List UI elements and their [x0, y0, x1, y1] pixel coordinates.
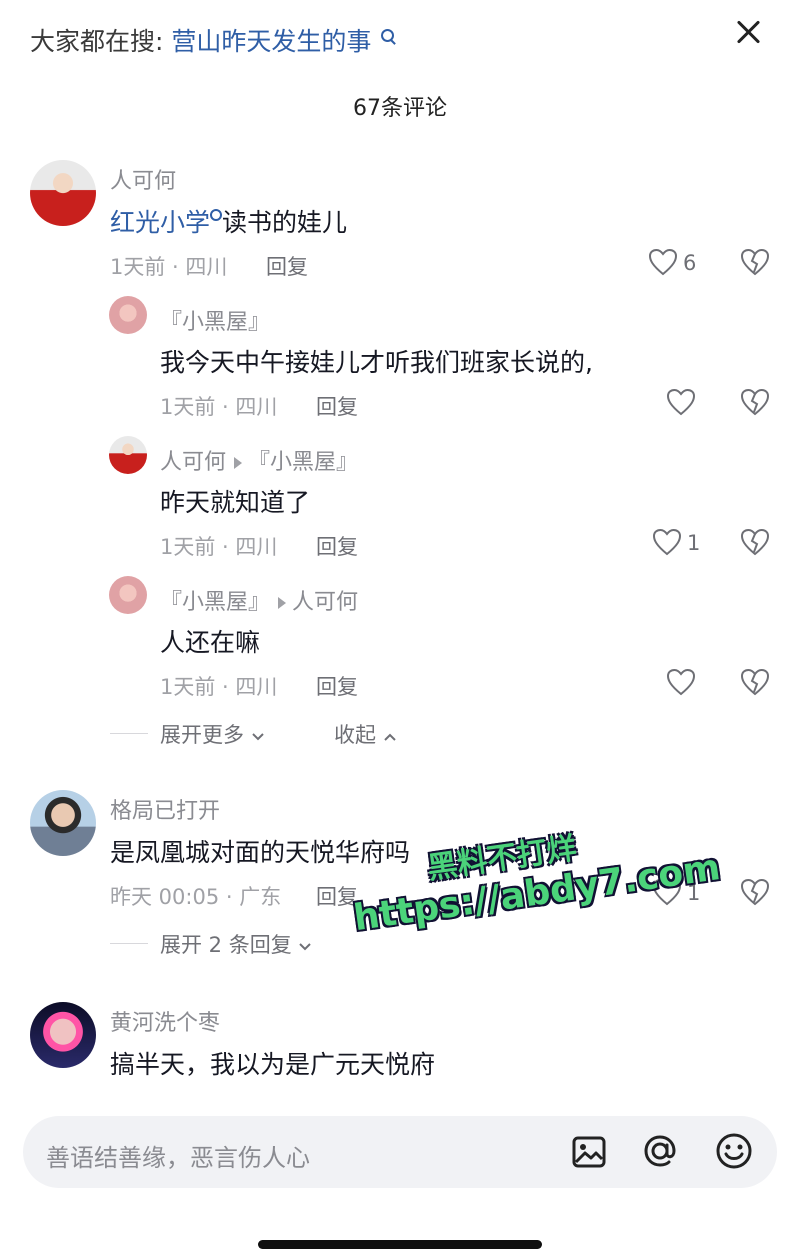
mention-at-icon[interactable] [641, 1132, 679, 1170]
trending-search-bar[interactable]: 大家都在搜: 营山昨天发生的事 [30, 22, 395, 58]
trending-label: 大家都在搜: [30, 27, 164, 56]
comment-text-body: 读书的娃儿 [222, 208, 348, 237]
collapse-label: 收起 [334, 723, 376, 747]
search-icon [210, 209, 223, 221]
heart-icon[interactable] [652, 528, 682, 556]
avatar[interactable] [30, 160, 96, 226]
comment-text: 红光小学 读书的娃儿 [110, 203, 347, 239]
expand-more-label: 展开更多 [160, 723, 244, 747]
image-icon[interactable] [571, 1134, 607, 1170]
emoji-icon[interactable] [715, 1132, 753, 1170]
heart-icon[interactable] [648, 248, 678, 276]
reply-username-line: 『小黑屋』 人可何 [160, 584, 358, 616]
divider [110, 733, 148, 734]
reply-button[interactable]: 回复 [266, 251, 308, 281]
comment-input[interactable]: 善语结善缘，恶言伤人心 [46, 1138, 310, 1173]
dislike-broken-heart-icon[interactable] [740, 248, 770, 276]
comment-username[interactable]: 格局已打开 [110, 793, 220, 825]
like-count: 6 [683, 251, 697, 275]
reply-time-location: 1天前 · 四川 [160, 535, 278, 559]
watermark: 黑料不打烊 https://abdy7.com [345, 804, 723, 939]
divider [110, 943, 148, 944]
reply-arrow-icon [278, 597, 287, 609]
reply-username-line: 人可何 『小黑屋』 [160, 444, 358, 476]
reply-username[interactable]: 『小黑屋』 [160, 304, 270, 336]
reply-time-location: 1天前 · 四川 [160, 395, 278, 419]
reply-text: 昨天就知道了 [160, 488, 311, 517]
reply-to-username[interactable]: 人可何 [292, 590, 358, 615]
comment-time-location: 昨天 00:05 · 广东 [110, 885, 282, 909]
comment-search-link[interactable]: 红光小学 [110, 208, 210, 237]
avatar[interactable] [109, 576, 147, 614]
comment-count: 67条评论 [353, 96, 447, 121]
expand-replies-label: 展开 2 条回复 [160, 933, 292, 957]
reply-button[interactable]: 回复 [316, 531, 358, 561]
chevron-down-icon [299, 943, 312, 951]
avatar[interactable] [109, 296, 147, 334]
close-icon[interactable] [730, 14, 766, 50]
chevron-up-icon [383, 733, 396, 741]
reply-text: 我今天中午接娃儿才听我们班家长说的, [160, 348, 593, 377]
reply-username[interactable]: 『小黑屋』 [160, 590, 270, 615]
trending-query-link[interactable]: 营山昨天发生的事 [171, 27, 371, 56]
reply-username[interactable]: 人可何 [160, 450, 226, 475]
collapse-button[interactable]: 收起 [334, 719, 397, 749]
comment-time-location: 1天前 · 四川 [110, 255, 228, 279]
reply-to-username[interactable]: 『小黑屋』 [248, 450, 358, 475]
heart-icon[interactable] [666, 668, 696, 696]
reply-button[interactable]: 回复 [316, 671, 358, 701]
expand-more-button[interactable]: 展开更多 [160, 719, 265, 749]
reply-text: 人还在嘛 [160, 628, 261, 657]
like-count: 1 [687, 531, 701, 555]
dislike-broken-heart-icon[interactable] [740, 528, 770, 556]
dislike-broken-heart-icon[interactable] [740, 668, 770, 696]
comment-username[interactable]: 黄河洗个枣 [110, 1005, 220, 1037]
search-icon [381, 29, 395, 42]
reply-arrow-icon [234, 457, 243, 469]
heart-icon[interactable] [666, 388, 696, 416]
reply-button[interactable]: 回复 [316, 391, 358, 421]
avatar[interactable] [30, 790, 96, 856]
comment-username[interactable]: 人可何 [110, 163, 176, 195]
chevron-down-icon [251, 733, 264, 741]
expand-replies-button[interactable]: 展开 2 条回复 [160, 929, 312, 959]
comment-text: 搞半天，我以为是广元天悦府 [110, 1050, 436, 1079]
dislike-broken-heart-icon[interactable] [740, 878, 770, 906]
avatar[interactable] [30, 1002, 96, 1068]
dislike-broken-heart-icon[interactable] [740, 388, 770, 416]
reply-time-location: 1天前 · 四川 [160, 675, 278, 699]
home-indicator[interactable] [258, 1240, 542, 1249]
avatar[interactable] [109, 436, 147, 474]
